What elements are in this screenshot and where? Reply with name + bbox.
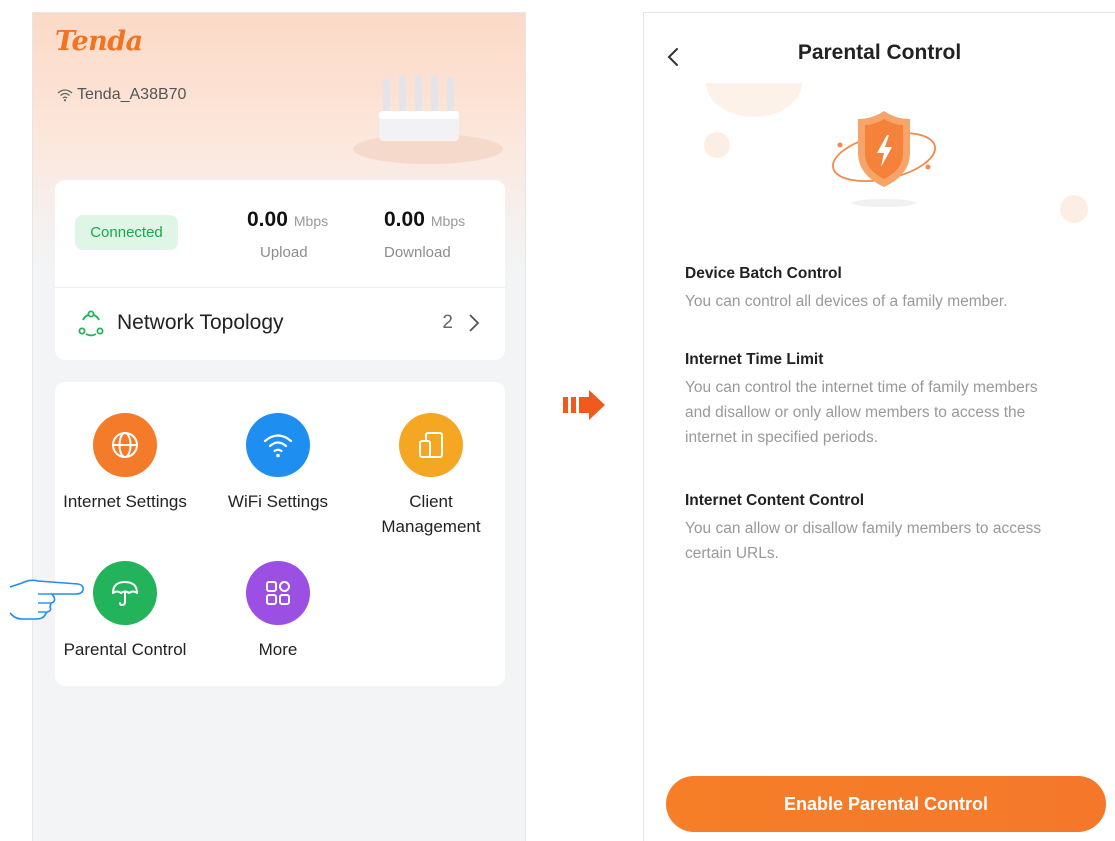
feature-device-batch-control: Device Batch Control You can control all… [685,265,1105,314]
router-image [353,75,503,164]
pointing-hand-icon [9,579,84,620]
menu-label-more: More [258,640,298,659]
menu-label-internet-settings: Internet Settings [63,492,187,511]
feature-description: You can allow or disallow family members… [685,520,1042,562]
upload-value: 0.00 [247,208,288,231]
menu-label-wifi-settings: WiFi Settings [227,492,329,511]
devices-icon [399,413,463,477]
home-screen: Tenda Tenda_A38B70 Connected 0.00 Mbps U… [32,12,526,841]
network-topology-row[interactable]: Network Topology 2 [55,288,505,360]
menu-more[interactable]: More [203,561,353,662]
connection-status-badge: Connected [75,215,178,250]
chevron-right-icon [469,314,480,332]
page-title: Parental Control [797,41,962,64]
feature-title: Device Batch Control [685,265,842,282]
feature-title: Internet Time Limit [685,351,824,368]
status-card: Connected 0.00 Mbps Upload 0.00 Mbps Dow… [55,180,505,360]
ssid-row: Tenda_A38B70 [57,86,186,104]
menu-label-client-management: Client Management [381,492,481,536]
shield-illustration [704,83,1088,223]
feature-title: Internet Content Control [685,492,865,509]
feature-internet-time-limit: Internet Time Limit You can control the … [685,351,1055,450]
topology-label: Network Topology [117,311,284,334]
wifi-small-icon [57,89,73,102]
enable-parental-control-button[interactable]: Enable Parental Control [666,776,1106,832]
download-label: Download [384,244,451,261]
globe-icon [93,413,157,477]
brand-logo: Tenda [55,26,143,57]
upload-rate: 0.00 Mbps [247,208,328,232]
download-unit: Mbps [430,213,466,229]
arrow-right-icon [563,390,605,420]
upload-label: Upload [260,244,308,261]
wifi-icon [246,413,310,477]
menu-internet-settings[interactable]: Internet Settings [50,413,200,514]
download-rate: 0.00 Mbps [384,208,465,232]
feature-menu-card: Internet Settings WiFi Settings Client M… [55,382,505,686]
ssid-label: Tenda_A38B70 [77,86,187,103]
umbrella-icon [93,561,157,625]
menu-wifi-settings[interactable]: WiFi Settings [203,413,353,514]
menu-label-parental-control: Parental Control [63,640,187,659]
upload-unit: Mbps [293,213,329,229]
topology-icon [78,310,104,337]
parental-control-screen: Parental Control Device Batch Control Yo… [643,12,1115,841]
topology-count: 2 [442,312,453,333]
download-value: 0.00 [384,208,425,231]
feature-description: You can control the internet time of fam… [685,379,1038,446]
feature-internet-content-control: Internet Content Control You can allow o… [685,492,1055,566]
grid-icon [246,561,310,625]
feature-description: You can control all devices of a family … [685,293,1008,310]
menu-client-management[interactable]: Client Management [356,413,506,539]
